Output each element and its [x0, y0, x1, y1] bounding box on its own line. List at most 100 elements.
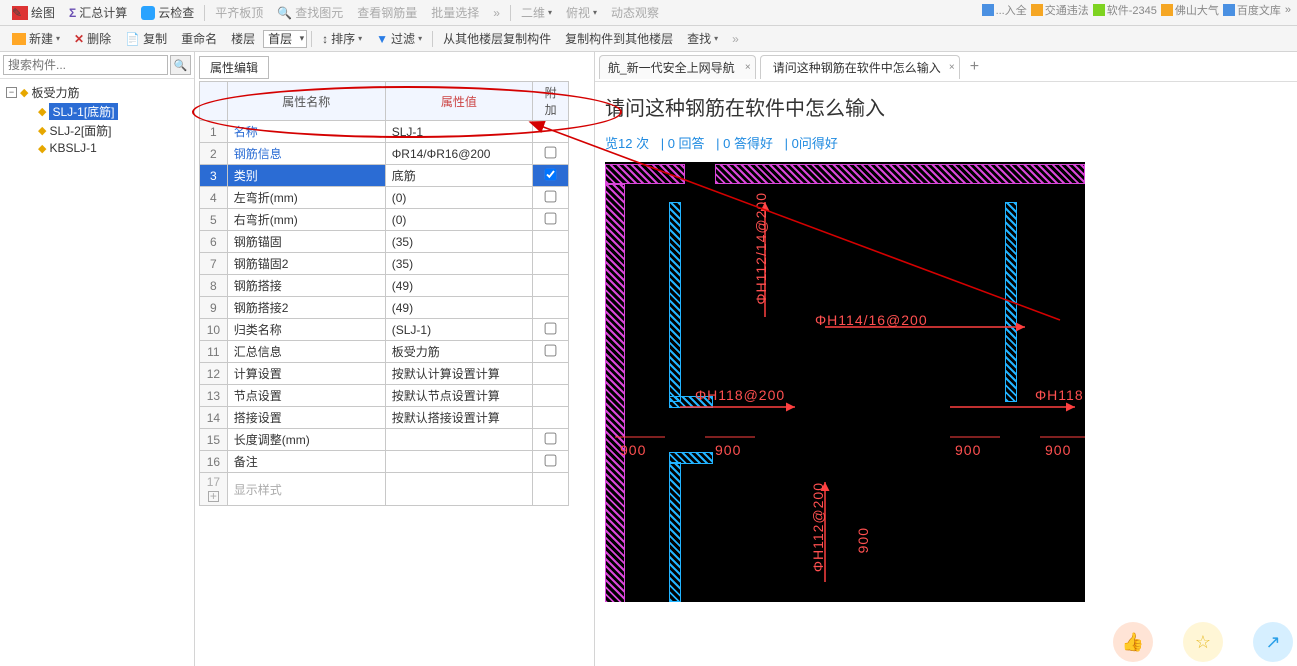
property-value[interactable]: (SLJ-1) [385, 319, 532, 341]
property-name: 钢筋搭接 [227, 275, 385, 297]
sort-button[interactable]: ↕ 排序▾ [316, 28, 368, 49]
property-value[interactable]: (0) [385, 187, 532, 209]
property-extra-checkbox[interactable] [545, 146, 557, 158]
align-top-button[interactable]: 平齐板顶 [209, 2, 269, 23]
2d-button[interactable]: 二维▾ [515, 2, 558, 23]
property-value[interactable]: 底筋 [385, 165, 532, 187]
property-value[interactable]: 按默认节点设置计算 [385, 385, 532, 407]
cad-dim-900b: 900 [715, 442, 741, 458]
property-name: 左弯折(mm) [227, 187, 385, 209]
property-row[interactable]: 1名称SLJ-1 [200, 121, 569, 143]
batch-select-button[interactable]: 批量选择 [425, 2, 485, 23]
property-row[interactable]: 16备注 [200, 451, 569, 473]
close-icon[interactable]: × [949, 62, 955, 73]
property-row[interactable]: 5右弯折(mm)(0) [200, 209, 569, 231]
property-row[interactable]: 12计算设置按默认计算设置计算 [200, 363, 569, 385]
dynamic-observe-button[interactable]: 动态观察 [605, 2, 665, 23]
property-extra-checkbox[interactable] [545, 168, 557, 180]
property-name: 计算设置 [227, 363, 385, 385]
find-element-button[interactable]: 🔍 查找图元 [271, 2, 349, 23]
property-row[interactable]: 15长度调整(mm) [200, 429, 569, 451]
tree-item-slj2[interactable]: ◆ SLJ-2[面筋] [38, 121, 192, 140]
property-extra-checkbox[interactable] [545, 322, 557, 334]
property-value[interactable] [385, 451, 532, 473]
thumbs-up-icon[interactable]: 👍 [1113, 622, 1153, 662]
property-value[interactable] [385, 429, 532, 451]
cad-drawing: ΦH112/14@200 ΦH114/16@200 ΦH118@200 ΦH11… [605, 162, 1085, 602]
search-go-button[interactable]: 🔍 [170, 55, 191, 75]
leaf-icon: ◆ [38, 105, 46, 118]
property-row[interactable]: 2钢筋信息ΦR14/ΦR16@200 [200, 143, 569, 165]
property-row[interactable]: 3类别底筋 [200, 165, 569, 187]
property-name: 备注 [227, 451, 385, 473]
property-name: 类别 [227, 165, 385, 187]
browser-tab-1[interactable]: 航_新一代安全上网导航 × [599, 55, 756, 79]
cad-label-2: ΦH114/16@200 [815, 312, 928, 328]
tree-item-label: SLJ-1[底筋] [49, 103, 117, 120]
property-value[interactable]: (35) [385, 231, 532, 253]
property-name: 钢筋锚固 [227, 231, 385, 253]
cad-label-1: ΦH112/14@200 [753, 192, 769, 305]
rename-button[interactable]: 重命名 [175, 28, 223, 49]
property-name: 节点设置 [227, 385, 385, 407]
property-name: 右弯折(mm) [227, 209, 385, 231]
property-row[interactable]: 11汇总信息板受力筋 [200, 341, 569, 363]
property-extra-checkbox[interactable] [545, 454, 557, 466]
col-value: 属性值 [385, 82, 532, 121]
property-value[interactable]: 按默认搭接设置计算 [385, 407, 532, 429]
property-value[interactable]: (35) [385, 253, 532, 275]
copy-to-floor-button[interactable]: 复制构件到其他楼层 [559, 28, 679, 49]
floor-combo[interactable]: 首层 [263, 30, 307, 48]
filter-button[interactable]: ▼ 过滤▾ [370, 28, 428, 49]
toolbar2-expand[interactable]: » [726, 30, 745, 48]
property-value[interactable]: (49) [385, 297, 532, 319]
paint-button[interactable]: ✎绘图 [6, 2, 61, 23]
property-value[interactable]: 按默认计算设置计算 [385, 363, 532, 385]
cloud-check-button[interactable]: 云检查 [135, 2, 200, 23]
property-row[interactable]: 8钢筋搭接(49) [200, 275, 569, 297]
property-value[interactable]: 板受力筋 [385, 341, 532, 363]
copy-from-floor-button[interactable]: 从其他楼层复制构件 [437, 28, 557, 49]
tree-root-item[interactable]: − ◆ 板受力筋 [2, 83, 192, 102]
property-value[interactable]: SLJ-1 [385, 121, 532, 143]
close-icon[interactable]: × [745, 62, 751, 73]
property-extra-checkbox[interactable] [545, 344, 557, 356]
property-extra-checkbox[interactable] [545, 190, 557, 202]
search-input[interactable] [3, 55, 168, 75]
property-name: 归类名称 [227, 319, 385, 341]
property-value[interactable]: ΦR14/ΦR16@200 [385, 143, 532, 165]
copy-button[interactable]: 📄 复制 [119, 28, 173, 49]
property-tab[interactable]: 属性编辑 [199, 56, 269, 79]
property-row[interactable]: 10归类名称(SLJ-1) [200, 319, 569, 341]
tree-item-slj1[interactable]: ◆ SLJ-1[底筋] [38, 102, 192, 121]
property-name: 名称 [227, 121, 385, 143]
property-extra-checkbox[interactable] [545, 212, 557, 224]
tab-label: 请问这种钢筋在软件中怎么输入 [773, 59, 941, 76]
property-row[interactable]: 9钢筋搭接2(49) [200, 297, 569, 319]
share-icon[interactable]: ↗ [1253, 622, 1293, 662]
view-rebar-button[interactable]: 查看钢筋量 [351, 2, 423, 23]
property-value[interactable]: (0) [385, 209, 532, 231]
property-row[interactable]: 7钢筋锚固2(35) [200, 253, 569, 275]
search-dropdown[interactable]: 查找▾ [681, 28, 724, 49]
property-row[interactable]: 13节点设置按默认节点设置计算 [200, 385, 569, 407]
page-title: 请问这种钢筋在软件中怎么输入 [605, 92, 1287, 121]
property-extra-checkbox[interactable] [545, 432, 557, 444]
delete-button[interactable]: ✕ 删除 [68, 28, 117, 49]
browser-tab-2[interactable]: 请问这种钢筋在软件中怎么输入 × [760, 55, 960, 79]
topview-button[interactable]: 俯视▾ [560, 2, 603, 23]
new-button[interactable]: 新建▾ [6, 28, 66, 49]
sum-button[interactable]: Σ 汇总计算 [63, 2, 133, 23]
new-tab-button[interactable]: + [964, 58, 985, 76]
property-row-add[interactable]: 17 +显示样式 [200, 473, 569, 506]
star-icon[interactable]: ☆ [1183, 622, 1223, 662]
collapse-icon[interactable]: − [6, 87, 17, 98]
property-table: 属性名称 属性值 附加 1名称SLJ-12钢筋信息ΦR14/ΦR16@2003类… [199, 81, 569, 506]
property-row[interactable]: 6钢筋锚固(35) [200, 231, 569, 253]
tree-item-kbslj1[interactable]: ◆ KBSLJ-1 [38, 140, 192, 156]
property-value[interactable]: (49) [385, 275, 532, 297]
toolbar1-expand[interactable]: » [487, 4, 506, 22]
property-row[interactable]: 4左弯折(mm)(0) [200, 187, 569, 209]
property-row[interactable]: 14搭接设置按默认搭接设置计算 [200, 407, 569, 429]
cad-dim-900c: 900 [955, 442, 981, 458]
